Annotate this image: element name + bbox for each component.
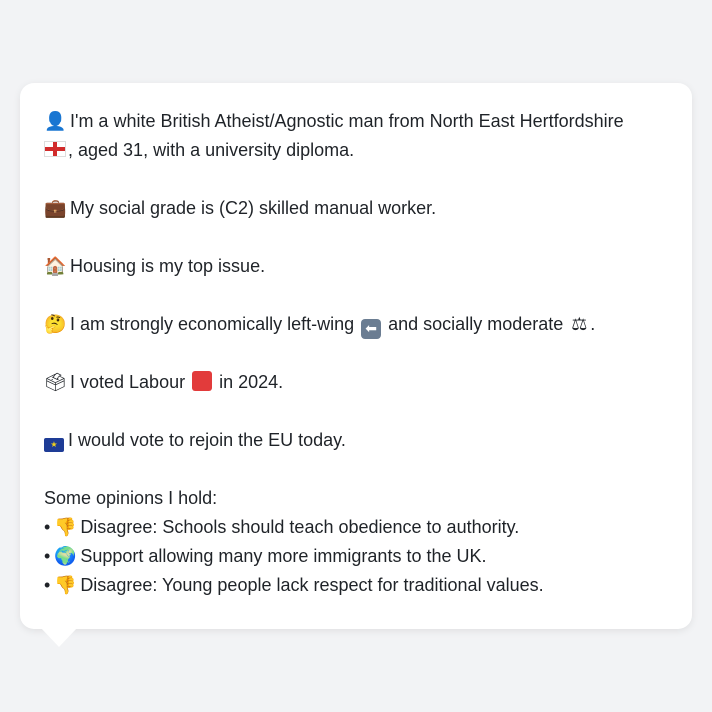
thumbs-down-icon: 👎 (54, 575, 77, 596)
briefcase-icon: 💼 (44, 198, 67, 219)
balance-scale-icon: ⚖ (571, 314, 588, 335)
message-bubble: 👤 I'm a white British Atheist/Agnostic ma… (20, 83, 692, 629)
ideology-end: . (590, 314, 596, 334)
bullet-icon: • (44, 517, 51, 537)
eu-text: I would vote to rejoin the EU today. (68, 430, 346, 450)
ideology-text-2: and socially moderate (388, 314, 564, 334)
vote-text-1: I voted Labour (70, 372, 186, 392)
intro-text-1: I'm a white British Atheist/Agnostic man… (70, 111, 624, 131)
person-icon: 👤 (44, 111, 67, 132)
thumbs-down-icon: 👎 (54, 517, 77, 538)
left-arrow-icon: ⬅ (361, 319, 382, 339)
bubble-tail (40, 627, 78, 647)
top-issue-line: 🏠 Housing is my top issue. (44, 252, 668, 281)
ideology-text-1: I am strongly economically left-wing (70, 314, 355, 334)
social-grade-line: 💼 My social grade is (C2) skilled manual … (44, 194, 668, 223)
globe-icon: 🌍 (54, 546, 77, 567)
house-icon: 🏠 (44, 256, 67, 277)
vote-text-2: in 2024. (219, 372, 284, 392)
intro-text-2: , aged 31, with a university diploma. (68, 140, 355, 160)
thinking-face-icon: 🤔 (44, 314, 67, 335)
vote-line: 🗳 I voted Labour in 2024. (44, 368, 668, 397)
intro-line: 👤 I'm a white British Atheist/Agnostic ma… (44, 107, 668, 136)
opinion-item: • 👎 Disagree: Schools should teach obedien… (44, 513, 668, 542)
social-grade-text: My social grade is (C2) skilled manual w… (70, 198, 437, 218)
opinion-item: • 👎 Disagree: Young people lack respect fo… (44, 571, 668, 600)
england-flag-icon (44, 141, 66, 157)
bullet-icon: • (44, 546, 51, 566)
ideology-line: 🤔 I am strongly economically left-wing ⬅ … (44, 310, 668, 339)
opinions-list: • 👎 Disagree: Schools should teach obedien… (44, 513, 668, 600)
opinion-item: • 🌍 Support allowing many more immigrants … (44, 542, 668, 571)
eu-line: ★ I would vote to rejoin the EU today. (44, 426, 668, 455)
labour-red-square-icon (192, 371, 213, 391)
bullet-icon: • (44, 575, 51, 595)
intro-line-2: , aged 31, with a university diploma. (44, 136, 668, 165)
opinion-text: Support allowing many more immigrants to… (80, 546, 487, 566)
opinion-text: Disagree: Young people lack respect for … (80, 575, 544, 595)
eu-flag-icon: ★ (44, 438, 64, 452)
opinions-heading: Some opinions I hold: (44, 488, 218, 508)
top-issue-text: Housing is my top issue. (70, 256, 266, 276)
ballot-box-icon: 🗳 (44, 372, 67, 393)
opinion-text: Disagree: Schools should teach obedience… (80, 517, 520, 537)
